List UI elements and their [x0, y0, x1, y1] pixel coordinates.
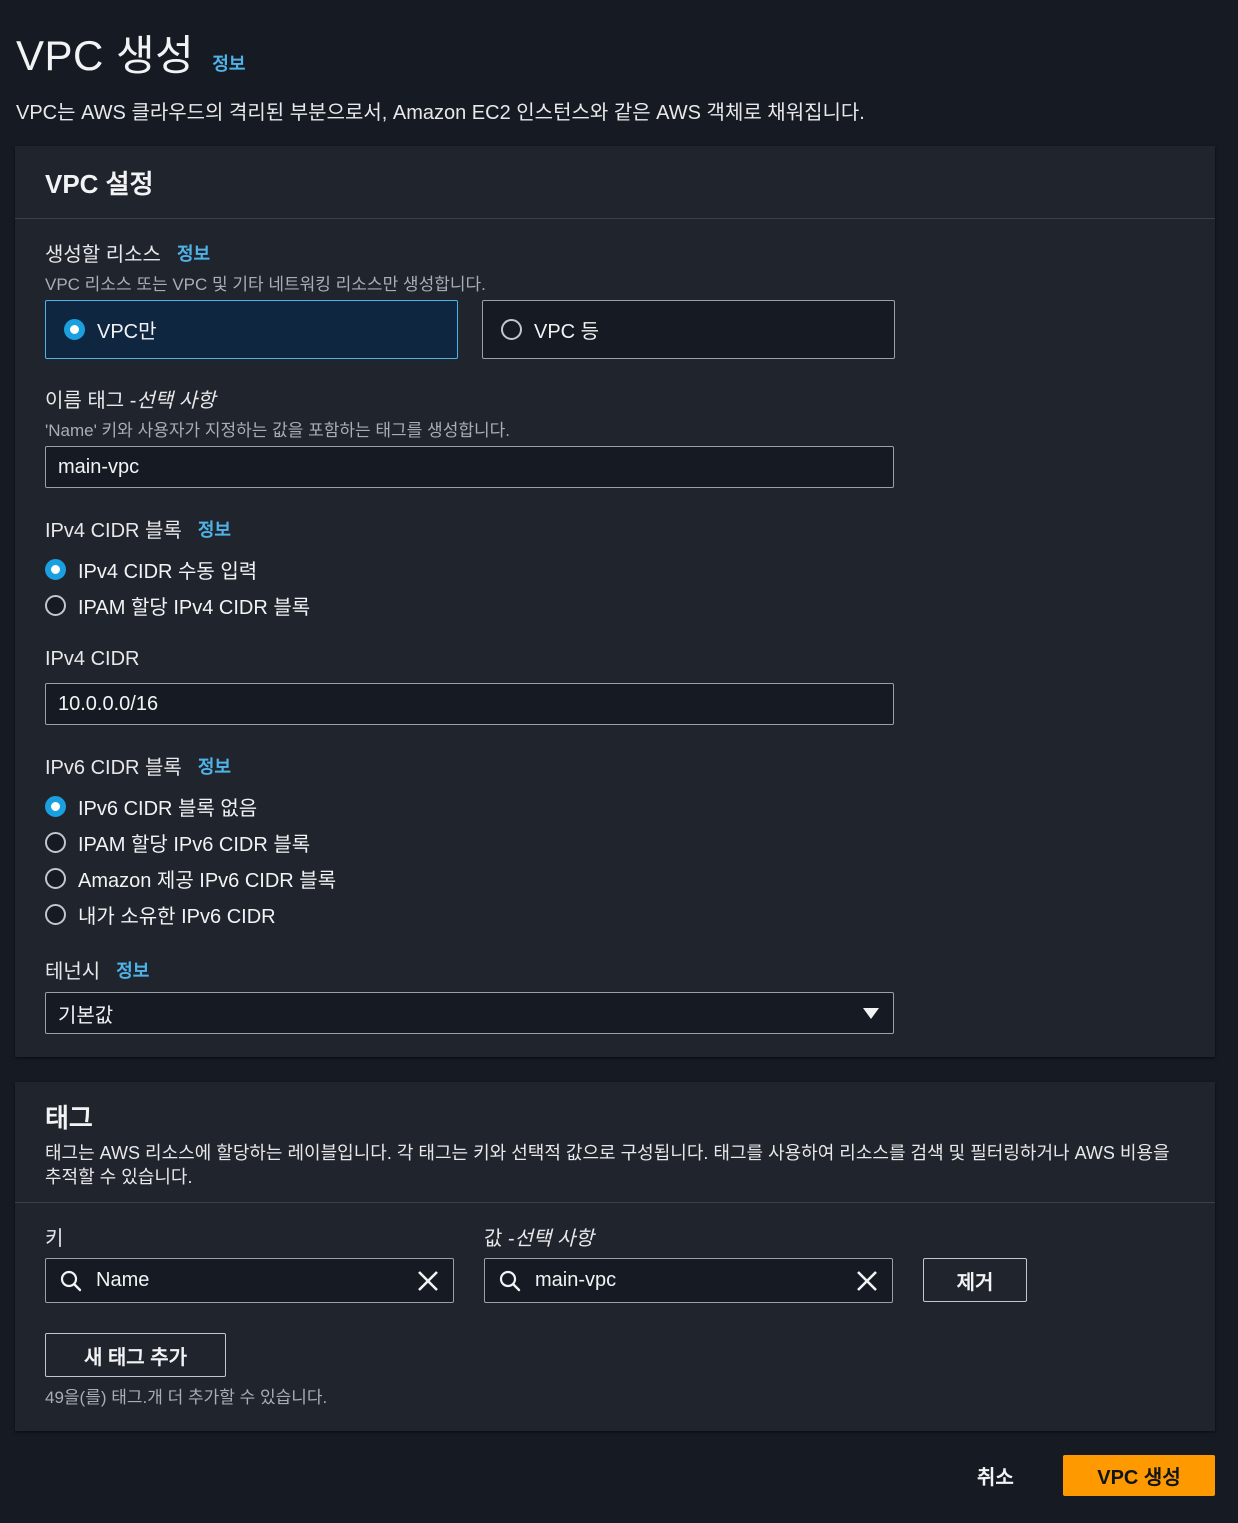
- ipv6-option-none[interactable]: IPv6 CIDR 블록 없음: [45, 792, 257, 821]
- tags-header: 태그 태그는 AWS 리소스에 할당하는 레이블입니다. 각 태그는 키와 선택…: [15, 1082, 1215, 1203]
- resources-label-text: 생성할 리소스: [45, 244, 161, 266]
- tag-value-input-wrapper: [484, 1258, 893, 1303]
- name-tag-optional: 선택 사항: [136, 390, 216, 412]
- radio-unselected-icon: [45, 868, 66, 889]
- ipv4-option-label: IPv4 CIDR 수동 입력: [78, 561, 258, 583]
- add-tag-button[interactable]: 새 태그 추가: [45, 1333, 226, 1377]
- resource-option-label: VPC만: [97, 321, 157, 343]
- ipv6-block-label-text: IPv6 CIDR 블록: [45, 757, 182, 779]
- ipv4-option-manual[interactable]: IPv4 CIDR 수동 입력: [45, 555, 257, 584]
- tag-key-label: 키: [45, 1228, 64, 1250]
- resource-option-label: VPC 등: [534, 321, 600, 343]
- page-description: VPC는 AWS 클라우드의 격리된 부분으로서, Amazon EC2 인스턴…: [16, 102, 865, 124]
- name-tag-label-text: 이름 태그 -: [45, 390, 137, 412]
- ipv4-cidr-input[interactable]: [45, 683, 894, 725]
- tags-description: 태그는 AWS 리소스에 할당하는 레이블입니다. 각 태그는 키와 선택적 값…: [45, 1143, 1170, 1187]
- search-icon: [499, 1270, 521, 1291]
- ipv4-option-ipam[interactable]: IPAM 할당 IPv4 CIDR 블록: [45, 591, 310, 620]
- tenancy-select[interactable]: 기본값: [45, 992, 894, 1034]
- caret-down-icon: [863, 1007, 879, 1019]
- tenancy-label-text: 테넌시: [45, 961, 101, 983]
- resources-info-link[interactable]: 정보: [177, 240, 210, 266]
- vpc-settings-title: VPC 설정: [45, 168, 154, 199]
- close-icon[interactable]: [856, 1270, 878, 1292]
- tag-key-input[interactable]: [96, 1269, 417, 1292]
- ipv4-block-label: IPv4 CIDR 블록 정보: [45, 514, 231, 543]
- ipv6-block-info-link[interactable]: 정보: [198, 753, 231, 779]
- search-icon: [60, 1270, 82, 1291]
- ipv6-option-amazon[interactable]: Amazon 제공 IPv6 CIDR 블록: [45, 864, 336, 893]
- ipv6-option-byoip[interactable]: 내가 소유한 IPv6 CIDR: [45, 900, 276, 929]
- ipv4-option-label: IPAM 할당 IPv4 CIDR 블록: [78, 597, 311, 619]
- ipv4-cidr-label: IPv4 CIDR: [45, 648, 140, 670]
- tags-title: 태그: [45, 1103, 93, 1133]
- vpc-settings-panel: VPC 설정 생성할 리소스 정보 VPC 리소스 또는 VPC 및 기타 네트…: [15, 146, 1215, 1057]
- create-vpc-button[interactable]: VPC 생성: [1063, 1455, 1215, 1496]
- tenancy-select-value: 기본값: [58, 1004, 114, 1027]
- radio-unselected-icon: [45, 832, 66, 853]
- tenancy-label: 테넌시 정보: [45, 955, 149, 984]
- tag-value-input[interactable]: [535, 1269, 856, 1292]
- radio-unselected-icon: [45, 904, 66, 925]
- tags-panel: 태그 태그는 AWS 리소스에 할당하는 레이블입니다. 각 태그는 키와 선택…: [15, 1082, 1215, 1431]
- radio-selected-icon: [45, 796, 66, 817]
- radio-unselected-icon: [45, 595, 66, 616]
- tags-remaining-hint: 49을(를) 태그.개 더 추가할 수 있습니다.: [45, 1388, 328, 1407]
- tag-value-label-text: 값 -: [484, 1228, 515, 1250]
- tag-key-input-wrapper: [45, 1258, 454, 1303]
- resources-label: 생성할 리소스 정보: [45, 238, 210, 267]
- radio-unselected-icon: [501, 319, 522, 340]
- header-info-link[interactable]: 정보: [212, 50, 245, 76]
- resources-hint: VPC 리소스 또는 VPC 및 기타 네트워킹 리소스만 생성합니다.: [45, 275, 486, 294]
- page-header: VPC 생성 정보: [16, 22, 245, 83]
- remove-tag-button[interactable]: 제거: [923, 1258, 1027, 1302]
- radio-selected-icon: [64, 319, 85, 340]
- ipv4-block-label-text: IPv4 CIDR 블록: [45, 520, 182, 542]
- ipv6-option-ipam[interactable]: IPAM 할당 IPv6 CIDR 블록: [45, 828, 310, 857]
- radio-selected-icon: [45, 559, 66, 580]
- ipv6-block-label: IPv6 CIDR 블록 정보: [45, 751, 231, 780]
- cancel-button[interactable]: 취소: [977, 1460, 1014, 1490]
- vpc-settings-header: VPC 설정: [15, 146, 1215, 219]
- name-tag-input[interactable]: [45, 446, 894, 488]
- close-icon[interactable]: [417, 1270, 439, 1292]
- ipv6-option-label: IPv6 CIDR 블록 없음: [78, 798, 258, 820]
- ipv4-block-info-link[interactable]: 정보: [198, 516, 231, 542]
- tag-value-label: 값 - 선택 사항: [484, 1222, 594, 1251]
- name-tag-label: 이름 태그 - 선택 사항: [45, 384, 216, 413]
- ipv6-option-label: IPAM 할당 IPv6 CIDR 블록: [78, 834, 311, 856]
- page-title: VPC 생성: [16, 32, 195, 79]
- tenancy-info-link[interactable]: 정보: [116, 957, 149, 983]
- resource-option-vpc-and-more[interactable]: VPC 등: [482, 300, 895, 359]
- resource-option-vpc-only[interactable]: VPC만: [45, 300, 458, 359]
- name-tag-hint: 'Name' 키와 사용자가 지정하는 값을 포함하는 태그를 생성합니다.: [45, 421, 510, 440]
- ipv6-option-label: Amazon 제공 IPv6 CIDR 블록: [78, 870, 337, 892]
- tag-value-optional: 선택 사항: [514, 1228, 594, 1250]
- ipv6-option-label: 내가 소유한 IPv6 CIDR: [78, 906, 276, 928]
